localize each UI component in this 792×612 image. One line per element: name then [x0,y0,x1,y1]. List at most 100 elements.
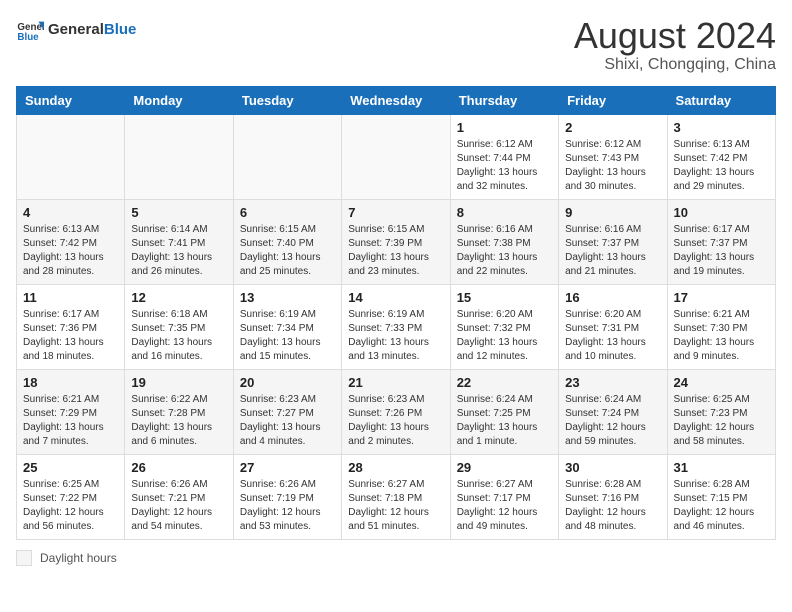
day-info: Sunrise: 6:12 AMSunset: 7:44 PMDaylight:… [457,138,552,194]
day-info: Sunrise: 6:19 AMSunset: 7:34 PMDaylight:… [240,308,335,364]
day-info: Sunrise: 6:20 AMSunset: 7:32 PMDaylight:… [457,308,552,364]
day-info: Sunrise: 6:15 AMSunset: 7:39 PMDaylight:… [348,223,443,279]
day-number: 5 [131,205,226,220]
calendar-week-row: 18Sunrise: 6:21 AMSunset: 7:29 PMDayligh… [17,369,776,454]
calendar-cell: 24 Sunrise: 6:25 AMSunset: 7:23 PMDayligh… [667,369,775,454]
weekday-header-saturday: Saturday [667,86,775,114]
calendar-cell: 10 Sunrise: 6:17 AMSunset: 7:37 PMDayligh… [667,199,775,284]
day-info: Sunrise: 6:17 AMSunset: 7:36 PMDaylight:… [23,308,118,364]
calendar-cell: 21Sunrise: 6:23 AMSunset: 7:26 PMDayligh… [342,369,450,454]
month-year-title: August 2024 [574,16,776,56]
day-number: 4 [23,205,118,220]
day-info: Sunrise: 6:24 AMSunset: 7:25 PMDaylight:… [457,393,552,449]
weekday-header-row: SundayMondayTuesdayWednesdayThursdayFrid… [17,86,776,114]
day-number: 22 [457,375,552,390]
calendar-cell: 5 Sunrise: 6:14 AMSunset: 7:41 PMDaylight… [125,199,233,284]
legend-box [16,550,32,566]
calendar-cell-empty [342,114,450,199]
day-number: 14 [348,290,443,305]
calendar-cell: 8 Sunrise: 6:16 AMSunset: 7:38 PMDaylight… [450,199,558,284]
weekday-header-sunday: Sunday [17,86,125,114]
calendar-cell: 18Sunrise: 6:21 AMSunset: 7:29 PMDayligh… [17,369,125,454]
calendar-cell-empty [233,114,341,199]
calendar-cell: 23 Sunrise: 6:24 AMSunset: 7:24 PMDayligh… [559,369,667,454]
calendar-cell: 2Sunrise: 6:12 AMSunset: 7:43 PMDaylight… [559,114,667,199]
day-number: 15 [457,290,552,305]
day-info: Sunrise: 6:28 AMSunset: 7:15 PMDaylight:… [674,478,769,534]
day-info: Sunrise: 6:23 AMSunset: 7:26 PMDaylight:… [348,393,443,449]
day-number: 19 [131,375,226,390]
calendar-cell-empty [17,114,125,199]
day-number: 24 [674,375,769,390]
calendar-cell: 12 Sunrise: 6:18 AMSunset: 7:35 PMDayligh… [125,284,233,369]
calendar-cell: 14 Sunrise: 6:19 AMSunset: 7:33 PMDayligh… [342,284,450,369]
day-info: Sunrise: 6:17 AMSunset: 7:37 PMDaylight:… [674,223,769,279]
day-info: Sunrise: 6:25 AMSunset: 7:23 PMDaylight:… [674,393,769,449]
calendar-cell: 15 Sunrise: 6:20 AMSunset: 7:32 PMDayligh… [450,284,558,369]
day-number: 29 [457,460,552,475]
weekday-header-wednesday: Wednesday [342,86,450,114]
location-subtitle: Shixi, Chongqing, China [574,56,776,74]
day-number: 10 [674,205,769,220]
day-info: Sunrise: 6:18 AMSunset: 7:35 PMDaylight:… [131,308,226,364]
day-info: Sunrise: 6:25 AMSunset: 7:22 PMDaylight:… [23,478,118,534]
calendar-cell: 26Sunrise: 6:26 AMSunset: 7:21 PMDayligh… [125,454,233,539]
day-number: 12 [131,290,226,305]
day-number: 1 [457,120,552,135]
page-header: General Blue GeneralBlue August 2024 Shi… [16,16,776,74]
day-number: 2 [565,120,660,135]
weekday-header-tuesday: Tuesday [233,86,341,114]
calendar-week-row: 25 Sunrise: 6:25 AMSunset: 7:22 PMDayligh… [17,454,776,539]
calendar-cell: 30 Sunrise: 6:28 AMSunset: 7:16 PMDayligh… [559,454,667,539]
calendar-cell: 4 Sunrise: 6:13 AMSunset: 7:42 PMDaylight… [17,199,125,284]
calendar-week-row: 4 Sunrise: 6:13 AMSunset: 7:42 PMDaylight… [17,199,776,284]
day-number: 23 [565,375,660,390]
calendar-cell: 28 Sunrise: 6:27 AMSunset: 7:18 PMDayligh… [342,454,450,539]
day-info: Sunrise: 6:13 AMSunset: 7:42 PMDaylight:… [674,138,769,194]
day-number: 7 [348,205,443,220]
calendar-cell: 1 Sunrise: 6:12 AMSunset: 7:44 PMDaylight… [450,114,558,199]
day-info: Sunrise: 6:20 AMSunset: 7:31 PMDaylight:… [565,308,660,364]
day-info: Sunrise: 6:27 AMSunset: 7:18 PMDaylight:… [348,478,443,534]
logo: General Blue GeneralBlue [16,16,136,44]
weekday-header-monday: Monday [125,86,233,114]
day-info: Sunrise: 6:16 AMSunset: 7:38 PMDaylight:… [457,223,552,279]
day-info: Sunrise: 6:21 AMSunset: 7:29 PMDaylight:… [23,393,118,449]
calendar-cell: 22 Sunrise: 6:24 AMSunset: 7:25 PMDayligh… [450,369,558,454]
logo-icon: General Blue [16,16,44,44]
logo-blue-text: Blue [104,21,137,38]
day-info: Sunrise: 6:19 AMSunset: 7:33 PMDaylight:… [348,308,443,364]
calendar-week-row: 1 Sunrise: 6:12 AMSunset: 7:44 PMDaylight… [17,114,776,199]
day-number: 8 [457,205,552,220]
day-number: 25 [23,460,118,475]
day-number: 31 [674,460,769,475]
calendar-cell: 11Sunrise: 6:17 AMSunset: 7:36 PMDayligh… [17,284,125,369]
calendar-cell: 20 Sunrise: 6:23 AMSunset: 7:27 PMDayligh… [233,369,341,454]
legend-label: Daylight hours [40,551,117,565]
day-info: Sunrise: 6:22 AMSunset: 7:28 PMDaylight:… [131,393,226,449]
day-number: 3 [674,120,769,135]
day-info: Sunrise: 6:23 AMSunset: 7:27 PMDaylight:… [240,393,335,449]
weekday-header-thursday: Thursday [450,86,558,114]
calendar-cell: 6Sunrise: 6:15 AMSunset: 7:40 PMDaylight… [233,199,341,284]
day-number: 20 [240,375,335,390]
day-number: 30 [565,460,660,475]
calendar-cell-empty [125,114,233,199]
logo-general-text: GeneralBlue [48,22,136,39]
day-info: Sunrise: 6:24 AMSunset: 7:24 PMDaylight:… [565,393,660,449]
day-info: Sunrise: 6:16 AMSunset: 7:37 PMDaylight:… [565,223,660,279]
title-block: August 2024 Shixi, Chongqing, China [574,16,776,74]
calendar-cell: 19 Sunrise: 6:22 AMSunset: 7:28 PMDayligh… [125,369,233,454]
calendar-table: SundayMondayTuesdayWednesdayThursdayFrid… [16,86,776,540]
svg-text:Blue: Blue [17,32,39,43]
day-info: Sunrise: 6:13 AMSunset: 7:42 PMDaylight:… [23,223,118,279]
calendar-cell: 16Sunrise: 6:20 AMSunset: 7:31 PMDayligh… [559,284,667,369]
day-number: 13 [240,290,335,305]
day-number: 26 [131,460,226,475]
day-info: Sunrise: 6:28 AMSunset: 7:16 PMDaylight:… [565,478,660,534]
calendar-week-row: 11Sunrise: 6:17 AMSunset: 7:36 PMDayligh… [17,284,776,369]
day-info: Sunrise: 6:21 AMSunset: 7:30 PMDaylight:… [674,308,769,364]
day-info: Sunrise: 6:15 AMSunset: 7:40 PMDaylight:… [240,223,335,279]
day-number: 28 [348,460,443,475]
day-info: Sunrise: 6:14 AMSunset: 7:41 PMDaylight:… [131,223,226,279]
